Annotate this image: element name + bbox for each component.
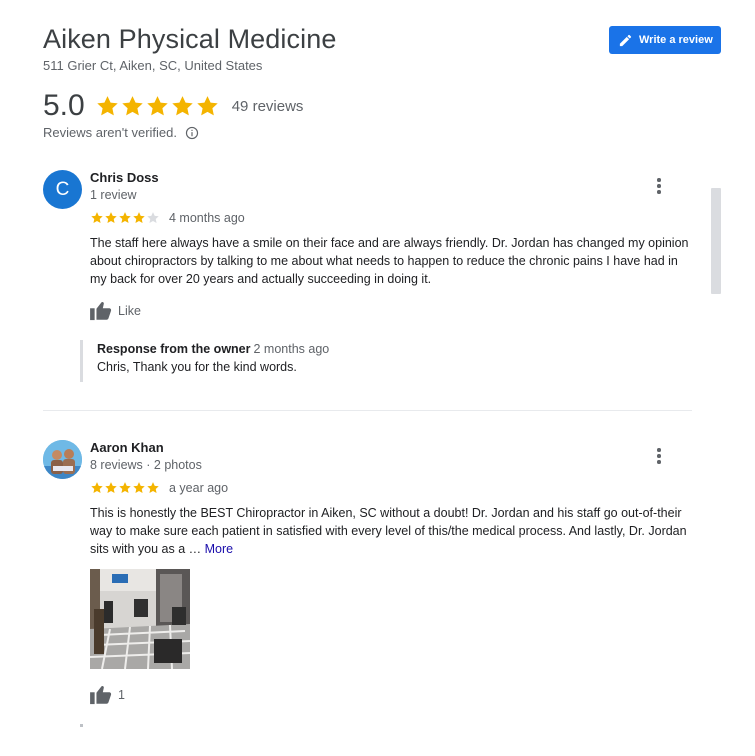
- scrollbar-thumb[interactable]: [711, 188, 721, 294]
- like-label: Like: [118, 304, 141, 318]
- owner-response: Response from the owner 2 months ago Chri…: [80, 340, 640, 382]
- star-filled-icon: [133, 212, 145, 223]
- more-options-icon[interactable]: [653, 178, 665, 198]
- reviewer-meta: 1 review: [90, 188, 137, 202]
- star-filled-icon: [147, 95, 168, 115]
- like-count: 1: [118, 688, 125, 702]
- info-icon[interactable]: [185, 126, 199, 140]
- divider-dot: [80, 724, 83, 727]
- overall-rating: 5.0 49 reviews: [43, 88, 303, 124]
- overall-stars: [95, 94, 220, 119]
- like-button[interactable]: Like: [90, 301, 141, 321]
- star-filled-icon: [91, 212, 103, 223]
- star-filled-icon: [119, 482, 131, 493]
- star-filled-icon: [119, 212, 131, 223]
- review-photo-image: [90, 569, 190, 669]
- star-filled-icon: [147, 482, 159, 493]
- owner-response-text: Chris, Thank you for the kind words.: [97, 360, 297, 374]
- more-link[interactable]: More: [205, 542, 233, 556]
- star-filled-icon: [105, 482, 117, 493]
- pencil-icon: [619, 34, 632, 46]
- thumbs-up-icon: [90, 302, 112, 321]
- star-filled-icon: [122, 95, 143, 115]
- write-review-label: Write a review: [639, 34, 713, 46]
- owner-response-label: Response from the owner: [97, 342, 251, 356]
- avatar-photo-image: [43, 440, 82, 479]
- verification-notice: Reviews aren't verified.: [43, 125, 199, 140]
- review-stars: [90, 211, 160, 225]
- review-time: a year ago: [169, 481, 229, 495]
- more-options-icon[interactable]: [653, 448, 665, 468]
- owner-response-time: 2 months ago: [253, 342, 330, 356]
- review-item: Aaron Khan 8 reviews · 2 photos a year a…: [43, 440, 693, 720]
- star-filled-icon: [133, 482, 145, 493]
- star-filled-icon: [172, 95, 193, 115]
- reviewer-name[interactable]: Chris Doss: [90, 170, 159, 185]
- reviewer-name[interactable]: Aaron Khan: [90, 440, 164, 455]
- star-filled-icon: [105, 212, 117, 223]
- star-filled-icon: [91, 482, 103, 493]
- review-photo[interactable]: [90, 569, 190, 669]
- verification-text: Reviews aren't verified.: [43, 125, 177, 140]
- like-button[interactable]: 1: [90, 685, 125, 705]
- avatar[interactable]: C: [43, 170, 82, 209]
- star-filled-icon: [97, 95, 118, 115]
- review-text-body: This is honestly the BEST Chiropractor i…: [90, 506, 687, 556]
- review-divider: [43, 410, 692, 411]
- star-filled-icon: [197, 95, 218, 115]
- thumbs-up-icon: [90, 686, 112, 705]
- star-empty-icon: [147, 212, 159, 223]
- business-address: 511 Grier Ct, Aiken, SC, United States: [43, 58, 263, 73]
- review-text: The staff here always have a smile on th…: [90, 236, 689, 286]
- review-count[interactable]: 49 reviews: [232, 98, 304, 115]
- business-name: Aiken Physical Medicine: [43, 24, 337, 54]
- review-time: 4 months ago: [169, 211, 245, 225]
- rating-value: 5.0: [43, 89, 85, 122]
- reviewer-meta: 8 reviews · 2 photos: [90, 458, 202, 472]
- review-stars: [90, 481, 160, 495]
- review-text: This is honestly the BEST Chiropractor i…: [90, 504, 690, 558]
- avatar[interactable]: [43, 440, 82, 479]
- review-item: C Chris Doss 1 review 4 months ago The s…: [43, 170, 693, 400]
- write-review-button[interactable]: Write a review: [609, 26, 721, 54]
